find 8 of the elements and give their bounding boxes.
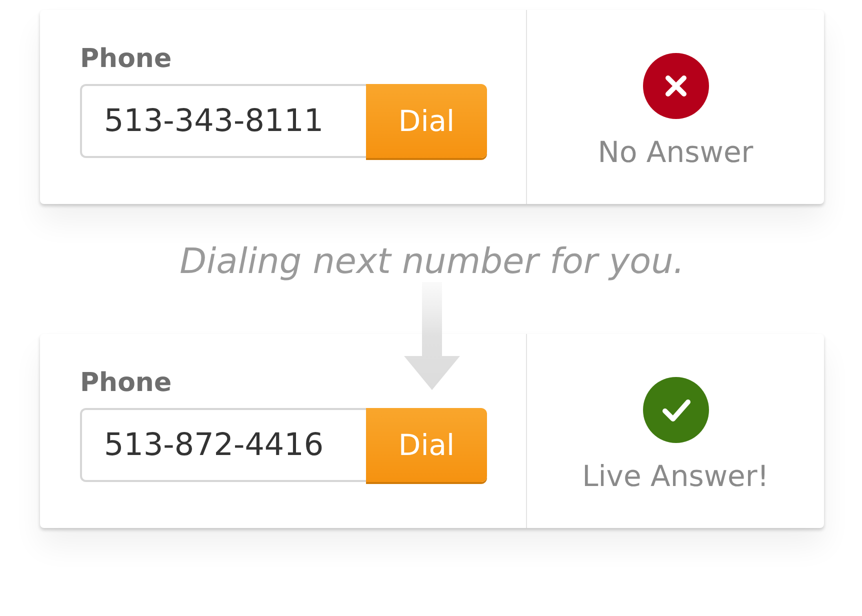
field-label: Phone [80,44,173,74]
call-result: Live Answer! [582,459,769,493]
status-message: Dialing next number for you. [180,242,684,282]
phone-field[interactable]: 513-872-4416 [80,408,366,482]
call-result: No Answer [598,135,754,169]
down-arrow-icon [404,282,460,390]
phone-field[interactable]: 513-343-8111 [80,84,366,158]
field-label: Phone [80,368,173,398]
